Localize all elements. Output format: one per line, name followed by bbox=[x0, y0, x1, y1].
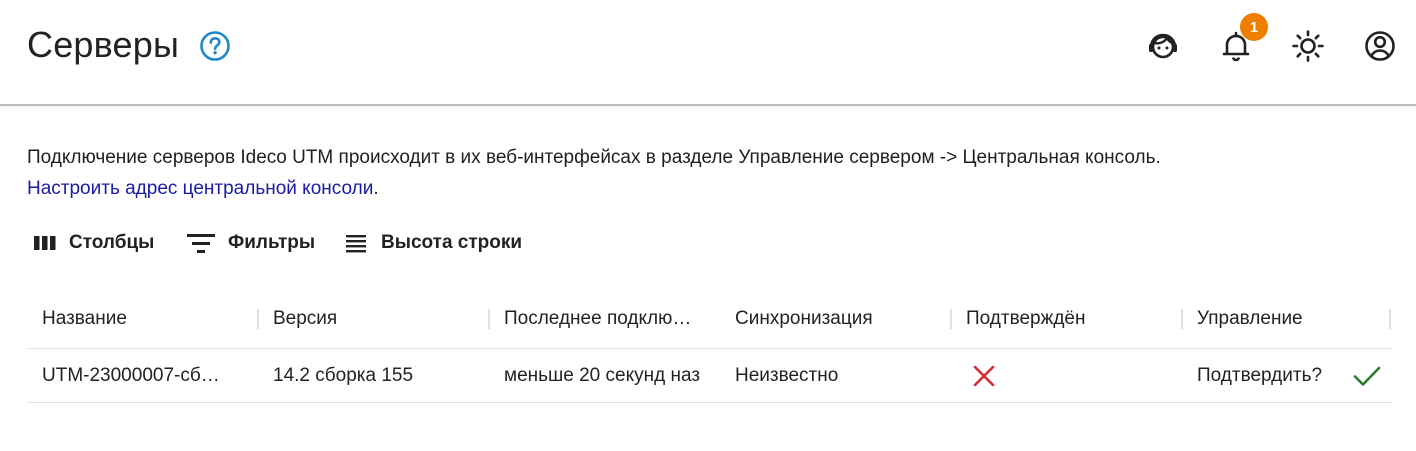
confirm-check-icon[interactable] bbox=[1352, 364, 1382, 388]
confirm-button[interactable]: Подтвердить? bbox=[1197, 365, 1322, 387]
cell-last-connection: меньше 20 секунд наз bbox=[504, 365, 701, 386]
column-header-last-connection[interactable]: Последнее подклю… bbox=[504, 308, 716, 330]
density-icon bbox=[346, 235, 366, 253]
not-confirmed-cross-icon bbox=[973, 365, 995, 387]
columns-button[interactable]: Столбцы bbox=[33, 229, 154, 257]
column-header-confirmed[interactable]: Подтверждён bbox=[966, 308, 1176, 330]
column-separator[interactable] bbox=[950, 309, 952, 329]
notification-badge: 1 bbox=[1240, 13, 1268, 41]
cell-name[interactable]: UTM-23000007-сб… bbox=[42, 365, 242, 387]
column-header-sync[interactable]: Синхронизация bbox=[735, 308, 945, 330]
info-text: Подключение серверов Ideco UTM происходи… bbox=[27, 147, 1161, 168]
columns-label: Столбцы bbox=[69, 232, 155, 253]
theme-sun-icon[interactable] bbox=[1291, 29, 1325, 63]
row-height-button[interactable]: Высота строки bbox=[345, 229, 522, 257]
filters-label: Фильтры bbox=[228, 232, 316, 253]
account-icon[interactable] bbox=[1363, 29, 1397, 63]
column-separator[interactable] bbox=[1181, 309, 1183, 329]
columns-icon bbox=[34, 236, 56, 250]
help-icon[interactable] bbox=[199, 30, 231, 62]
cell-sync: Неизвестно bbox=[735, 365, 839, 386]
column-separator[interactable] bbox=[257, 309, 259, 329]
filter-icon bbox=[187, 234, 215, 253]
header-divider bbox=[27, 348, 1392, 349]
support-agent-icon[interactable] bbox=[1146, 29, 1180, 63]
app-header: Серверы 1 bbox=[0, 0, 1416, 106]
row-height-label: Высота строки bbox=[381, 232, 523, 253]
row-divider bbox=[27, 402, 1392, 403]
cell-version: 14.2 сборка 155 bbox=[273, 365, 414, 386]
link-suffix: . bbox=[373, 178, 379, 199]
console-address-link[interactable]: Настроить адрес центральной консоли. bbox=[27, 178, 379, 200]
page-title: Серверы bbox=[27, 24, 180, 65]
filters-button[interactable]: Фильтры bbox=[186, 229, 315, 257]
console-address-link-text[interactable]: Настроить адрес центральной консоли bbox=[27, 178, 373, 199]
column-header-version[interactable]: Версия bbox=[273, 308, 483, 330]
column-header-management[interactable]: Управление bbox=[1197, 308, 1387, 330]
column-separator[interactable] bbox=[1389, 309, 1391, 329]
column-header-name[interactable]: Название bbox=[42, 308, 252, 330]
column-separator[interactable] bbox=[488, 309, 490, 329]
